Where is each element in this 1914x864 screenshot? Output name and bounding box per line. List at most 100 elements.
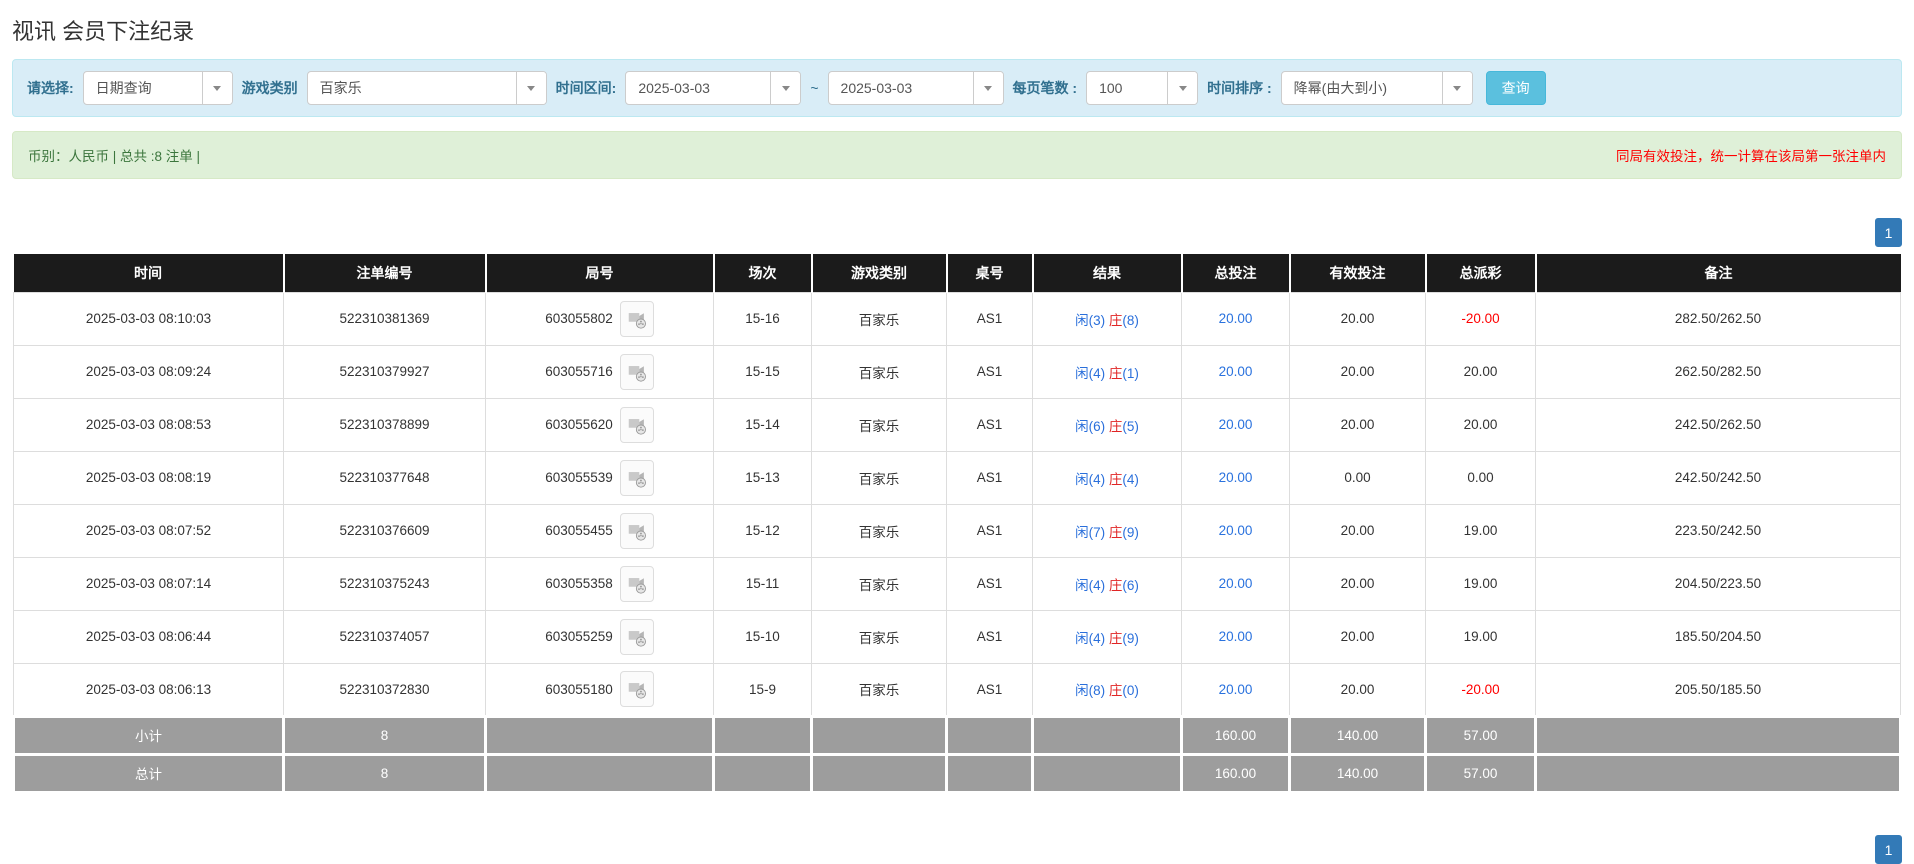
table-number-cell: AS1 [946, 503, 1033, 558]
column-header-9: 总派彩 [1425, 254, 1537, 292]
betting-records-table: 时间 注单编号 局号 场次 游戏类别 桌号 结果 总投注 有效投注 总派彩 备注 2025-03-0… [12, 254, 1902, 794]
round-number: 603055620 [545, 417, 613, 432]
column-header-3: 场次 [713, 254, 813, 292]
pagination-top: 1 [12, 218, 1902, 247]
note-cell: 242.50/242.50 [1535, 450, 1901, 505]
video-replay-button[interactable] [619, 512, 654, 549]
table-row: 2025-03-03 08:08:53 522310378899 603055620… [13, 397, 1901, 452]
query-type-select[interactable]: 日期查询 [82, 71, 233, 105]
date-to-input[interactable]: 2025-03-03 [827, 71, 1004, 105]
result-cell: 闲(4) 庄(4) [1032, 450, 1182, 505]
bet-id-cell: 522310375243 [283, 556, 486, 611]
result-player: 闲(4) [1075, 577, 1106, 593]
result-banker: 庄 [1108, 312, 1123, 328]
video-replay-button[interactable] [619, 406, 654, 443]
search-button[interactable]: 查询 [1485, 71, 1546, 105]
video-replay-icon [628, 312, 646, 329]
video-replay-button[interactable] [619, 300, 654, 337]
result-cell: 闲(4) 庄(6) [1032, 556, 1182, 611]
result-cell: 闲(3) 庄(8) [1032, 291, 1182, 346]
page-1-button-bottom[interactable]: 1 [1875, 835, 1902, 864]
total-bet-link[interactable]: 20.00 [1219, 576, 1253, 591]
valid-bet-cell: 20.00 [1289, 503, 1426, 558]
page-title: 视讯 会员下注纪录 [12, 19, 195, 44]
total-bet-link[interactable]: 20.00 [1219, 417, 1253, 432]
chevron-down-icon[interactable] [770, 72, 801, 104]
bet-id-cell: 522310374057 [283, 609, 486, 664]
result-banker: 庄 [1108, 471, 1123, 487]
currency-summary-text: 币别：人民币 | 总共 :8 注单 | [28, 149, 201, 164]
bet-id-cell: 522310378899 [283, 397, 486, 452]
total-row-result-cell [1031, 752, 1183, 794]
column-header-5: 桌号 [946, 254, 1034, 292]
video-replay-button[interactable] [619, 671, 654, 707]
video-replay-icon [628, 683, 646, 699]
total-bet-cell: 20.00 [1181, 450, 1290, 505]
select-type-label: 请选择: [27, 80, 74, 96]
time-cell: 2025-03-03 08:06:13 [13, 662, 284, 717]
result-cell: 闲(6) 庄(5) [1032, 397, 1182, 452]
chevron-down-icon[interactable] [972, 72, 1003, 104]
total-bet-link[interactable]: 20.00 [1219, 311, 1253, 326]
per-page-select[interactable]: 100 [1086, 71, 1199, 105]
result-banker-score: (9) [1122, 630, 1139, 646]
note-cell: 204.50/223.50 [1535, 556, 1901, 611]
bet-id-cell: 522310372830 [283, 662, 486, 717]
round-cell: 603055259 [485, 609, 714, 664]
result-cell: 闲(4) 庄(9) [1032, 609, 1182, 664]
bet-id-cell: 522310379927 [283, 344, 486, 399]
date-from-value: 2025-03-03 [638, 80, 710, 96]
total-bet-link[interactable]: 20.00 [1219, 364, 1253, 379]
game-type-cell: 百家乐 [811, 397, 947, 452]
result-player: 闲(4) [1075, 630, 1106, 646]
video-replay-button[interactable] [619, 565, 654, 602]
pagination-bottom: 1 [1875, 835, 1902, 864]
game-type-cell: 百家乐 [811, 450, 947, 505]
valid-bet-cell: 20.00 [1289, 609, 1426, 664]
time-cell: 2025-03-03 08:09:24 [13, 344, 284, 399]
chevron-down-icon[interactable] [201, 72, 232, 104]
game-type-cell: 百家乐 [811, 556, 947, 611]
subtotal-row-total-bet-cell: 160.00 [1180, 714, 1291, 756]
total-row-valid-bet-cell: 140.00 [1288, 752, 1427, 794]
total-bet-link[interactable]: 20.00 [1219, 682, 1253, 697]
column-header-0: 时间 [13, 254, 285, 292]
column-header-2: 局号 [485, 254, 715, 292]
per-page-label: 每页笔数 : [1012, 80, 1078, 96]
session-cell: 15-13 [713, 450, 812, 505]
total-row-total-bet-cell: 160.00 [1180, 752, 1291, 794]
total-bet-link[interactable]: 20.00 [1219, 470, 1253, 485]
table-body: 2025-03-03 08:10:03 522310381369 603055802… [13, 291, 1901, 717]
table-row: 2025-03-03 08:08:19 522310377648 603055539… [13, 450, 1901, 505]
valid-bet-cell: 20.00 [1289, 556, 1426, 611]
chevron-down-icon[interactable] [1167, 72, 1198, 104]
total-bet-link[interactable]: 20.00 [1219, 629, 1253, 644]
page-1-button[interactable]: 1 [1875, 218, 1902, 247]
valid-bet-cell: 0.00 [1289, 450, 1426, 505]
video-replay-button[interactable] [619, 459, 654, 496]
video-replay-button[interactable] [619, 353, 654, 390]
total-bet-cell: 20.00 [1181, 556, 1290, 611]
total-bet-link[interactable]: 20.00 [1219, 523, 1253, 538]
chevron-down-icon[interactable] [1441, 72, 1472, 104]
table-number-cell: AS1 [946, 556, 1033, 611]
round-number: 603055358 [545, 576, 613, 591]
time-cell: 2025-03-03 08:07:14 [13, 556, 284, 611]
sort-order-select[interactable]: 降幂(由大到小) [1280, 71, 1473, 105]
time-range-label: 时间区间: [555, 80, 617, 96]
chevron-down-icon[interactable] [515, 72, 546, 104]
video-replay-button[interactable] [619, 618, 654, 655]
column-header-7: 总投注 [1181, 254, 1291, 292]
game-type-select[interactable]: 百家乐 [306, 71, 547, 105]
subtotal-row-round-cell [484, 714, 715, 756]
date-from-input[interactable]: 2025-03-03 [625, 71, 802, 105]
round-cell: 603055620 [485, 397, 714, 452]
table-footer: 小计 8 160.00 140.00 57.00 总计 8 160.00 140.00 57.00 [12, 714, 1902, 794]
game-type-cell: 百家乐 [811, 662, 947, 717]
subtotal-row-table-number-cell [945, 714, 1034, 756]
video-replay-icon [628, 418, 646, 435]
column-header-10: 备注 [1535, 254, 1901, 292]
time-cell: 2025-03-03 08:10:03 [13, 291, 284, 346]
date-range-tilde: ~ [810, 80, 819, 96]
session-cell: 15-11 [713, 556, 812, 611]
